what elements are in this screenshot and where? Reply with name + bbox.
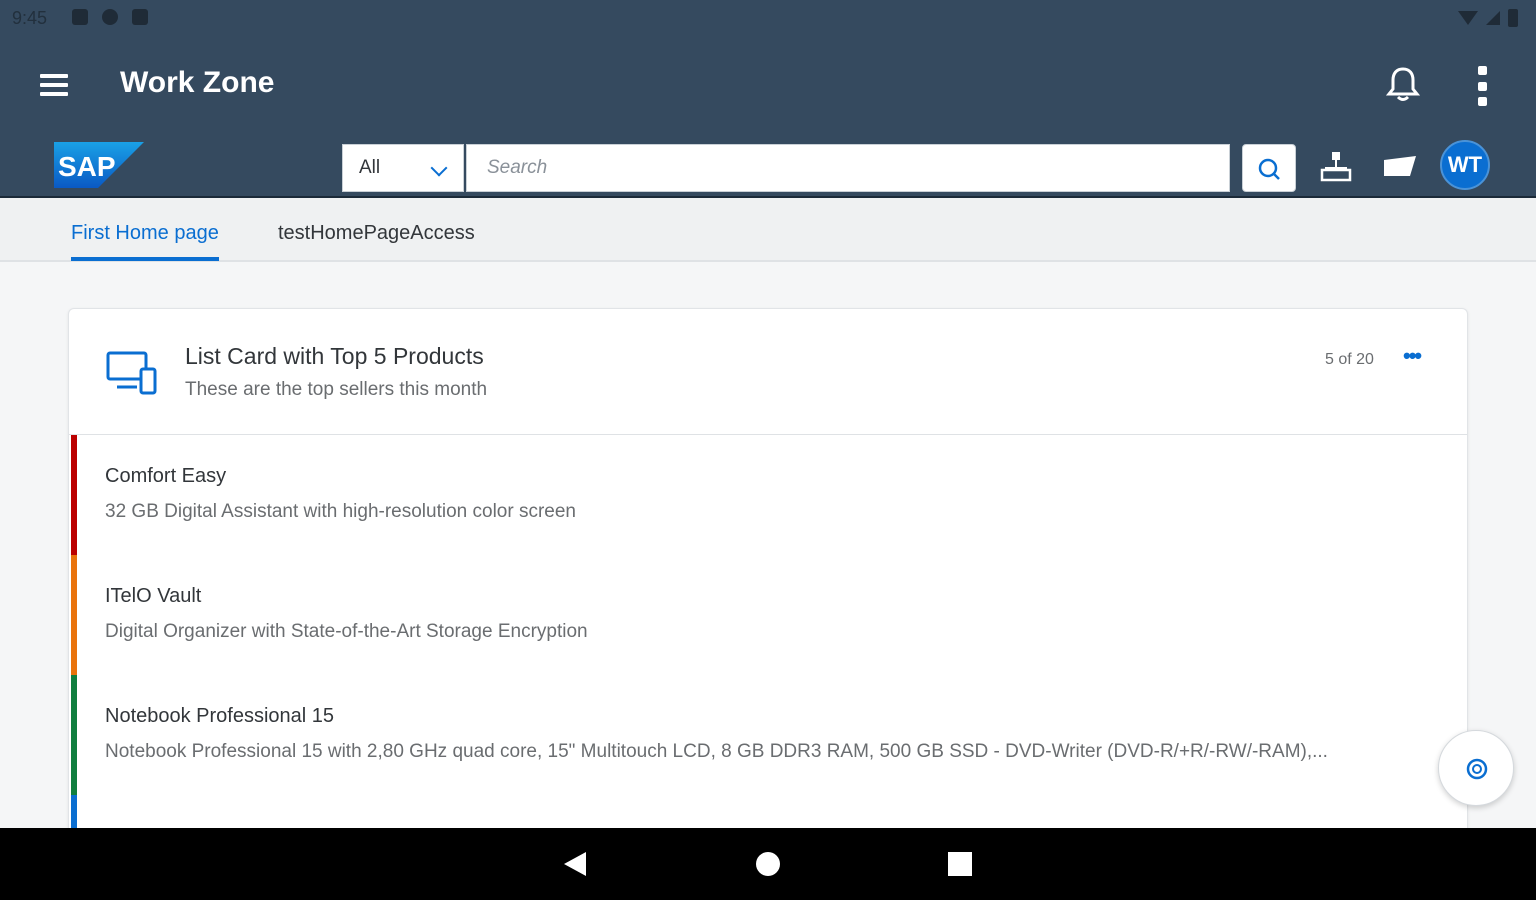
status-stripe xyxy=(71,435,77,555)
search-input[interactable] xyxy=(466,144,1230,192)
status-time: 9:45 xyxy=(12,8,48,28)
wifi-icon xyxy=(1458,11,1478,25)
system-nav-bar xyxy=(0,828,1536,900)
hamburger-menu-icon[interactable] xyxy=(40,74,68,96)
card-subtitle: These are the top sellers this month xyxy=(185,379,488,400)
search-scope-select[interactable]: All xyxy=(342,144,464,192)
card-header[interactable]: List Card with Top 5 Products These are … xyxy=(69,309,1467,435)
card-title: List Card with Top 5 Products xyxy=(185,343,484,369)
sap-logo[interactable]: SAP xyxy=(54,142,144,188)
settings-icon xyxy=(1466,758,1488,780)
status-stripe xyxy=(71,675,77,795)
status-bar: 9:45 xyxy=(0,0,1536,38)
card-actions-menu[interactable]: ••• xyxy=(1403,343,1422,369)
list-item[interactable]: Comfort Easy 32 GB Digital Assistant wit… xyxy=(71,435,1467,555)
more-options-icon[interactable] xyxy=(1474,66,1490,106)
recents-icon[interactable] xyxy=(948,852,972,876)
user-avatar[interactable]: WT xyxy=(1440,140,1490,190)
list-item-description: Notebook Professional 15 with 2,80 GHz q… xyxy=(105,741,1328,762)
search-scope-value: All xyxy=(359,157,381,178)
search-button[interactable] xyxy=(1242,144,1296,192)
search-icon xyxy=(1258,158,1280,180)
notification-flag-icon[interactable] xyxy=(1380,148,1420,188)
tab-test-home-page-access[interactable]: testHomePageAccess xyxy=(278,222,475,245)
list-item-title: Comfort Easy xyxy=(105,465,227,487)
signal-icon xyxy=(1486,11,1500,25)
org-chart-icon[interactable] xyxy=(1316,148,1356,188)
notification-icon xyxy=(102,9,118,25)
svg-text:SAP: SAP xyxy=(58,151,116,182)
notification-icons xyxy=(72,9,148,25)
notification-icon xyxy=(72,9,88,25)
status-stripe xyxy=(71,555,77,675)
list-item-description: Digital Organizer with State-of-the-Art … xyxy=(105,621,588,642)
list-item-title: ITelO Vault xyxy=(105,585,202,607)
battery-icon xyxy=(1508,9,1518,27)
floating-action-button[interactable] xyxy=(1438,730,1514,806)
chevron-down-icon xyxy=(430,159,448,177)
shell-bar: SAP All WT xyxy=(0,132,1536,198)
list-item[interactable]: ITelO Vault Digital Organizer with State… xyxy=(71,555,1467,675)
home-icon[interactable] xyxy=(756,852,780,876)
card-item-count: 5 of 20 xyxy=(1325,351,1374,368)
list-card: List Card with Top 5 Products These are … xyxy=(68,308,1468,838)
bell-icon[interactable] xyxy=(1386,66,1420,102)
app-title: Work Zone xyxy=(120,66,275,99)
app-bar: Work Zone xyxy=(0,38,1536,132)
system-icons xyxy=(1458,9,1518,27)
sd-card-icon xyxy=(132,9,148,25)
back-icon[interactable] xyxy=(564,852,586,876)
tab-first-home-page[interactable]: First Home page xyxy=(71,222,219,261)
devices-icon xyxy=(106,351,157,395)
list-item-description: 32 GB Digital Assistant with high-resolu… xyxy=(105,501,577,522)
page-tabs: First Home page testHomePageAccess xyxy=(0,198,1536,262)
list-item-title: Notebook Professional 15 xyxy=(105,705,335,727)
list-item[interactable]: Notebook Professional 15 Notebook Profes… xyxy=(71,675,1467,795)
